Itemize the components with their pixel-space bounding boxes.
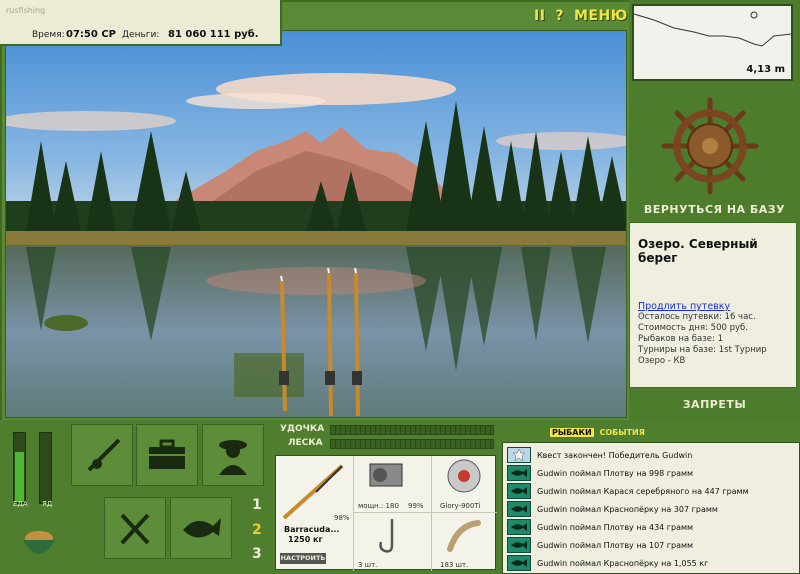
fish-icon	[507, 537, 531, 553]
rod-image-icon	[282, 464, 344, 520]
pause-button[interactable]: II	[534, 8, 545, 24]
star-icon	[507, 447, 531, 463]
info-line: Рыбаков на базе: 1	[638, 334, 723, 344]
feed-text: Квест закончен! Победитель Gudwin	[537, 450, 693, 460]
return-to-base-button[interactable]: ВЕРНУТЬСЯ НА БАЗУ	[629, 203, 800, 216]
fish-icon	[507, 483, 531, 499]
feed-text: Gudwin поймал Краснопёрку на 1,055 кг	[537, 558, 709, 568]
location-title: Озеро. Северный берег	[638, 237, 758, 265]
hooks-count: 3 шт.	[358, 561, 378, 569]
bait-bag-icon	[23, 531, 55, 554]
fish-icon	[183, 518, 221, 538]
rod-tension-gauge	[330, 425, 494, 435]
float-marker-icon	[750, 11, 758, 19]
poison-bar	[39, 432, 52, 504]
feed-text: Gudwin поймал Плотву на 434 грамм	[537, 522, 694, 532]
list-item: Gudwin поймал Карася серебряного на 447 …	[507, 482, 795, 500]
rod-condition: 98%	[334, 514, 350, 522]
money-value: 81 060 111 руб.	[168, 29, 259, 40]
hook-icon	[379, 519, 394, 553]
bans-button[interactable]: ЗАПРЕТЫ	[629, 398, 800, 411]
rod-weight: 1250 кг	[288, 535, 323, 544]
fish-icon	[507, 501, 531, 517]
bait-bag-button[interactable]	[14, 520, 64, 568]
reel-power: мощн.: 180	[358, 502, 399, 510]
feed-list: Квест закончен! Победитель Gudwin Gudwin…	[502, 442, 800, 574]
time-label: Время:	[32, 30, 65, 40]
watermark-logo: rusfishing	[6, 6, 46, 15]
list-item: Gudwin поймал Плотву на 107 грамм	[507, 536, 795, 554]
bait-icon	[447, 520, 481, 552]
slot-3-button[interactable]: 3	[252, 546, 262, 562]
bait-count: 183 шт.	[440, 561, 469, 569]
bait-slot[interactable]: 183 шт.	[432, 513, 497, 571]
list-item: Gudwin поймал Плотву на 434 грамм	[507, 518, 795, 536]
food-bar-fill	[15, 452, 24, 502]
catch-button[interactable]	[170, 497, 232, 559]
event-feed: РЫБАКИ СОБЫТИЯ Квест закончен! Победител…	[502, 422, 800, 574]
line-tension-label: ЛЕСКА	[288, 438, 323, 448]
help-button[interactable]: ?	[555, 8, 564, 24]
extend-permit-link[interactable]: Продлить путевку	[638, 301, 788, 312]
tune-button[interactable]: НАСТРОИТЬ	[280, 553, 326, 564]
reel-condition: 99%	[408, 502, 424, 510]
rod-name: Barracuda...	[284, 525, 340, 534]
character-button[interactable]	[202, 424, 264, 486]
line-slot[interactable]: Glory-900Ti	[432, 456, 497, 513]
depth-map[interactable]: 4,13 m	[632, 4, 793, 81]
rod-icon	[87, 438, 121, 472]
feed-text: Gudwin поймал Карася серебряного на 447 …	[537, 486, 749, 496]
depth-value: 4,13 m	[746, 64, 785, 75]
menu-button[interactable]: МЕНЮ	[574, 8, 628, 24]
food-button[interactable]	[104, 497, 166, 559]
line-name: Glory-900Ti	[440, 502, 481, 510]
status-panel: rusfishing Время: 07:50 СР Деньги: 81 06…	[0, 0, 282, 46]
tackle-button[interactable]	[71, 424, 133, 486]
top-menu: II ? МЕНЮ	[534, 6, 628, 26]
list-item: Gudwin поймал Плотву на 998 грамм	[507, 464, 795, 482]
poison-label: ЯД	[42, 500, 53, 508]
tackle-panel: 98% Barracuda... 1250 кг НАСТРОИТЬ мощн.…	[275, 455, 497, 571]
reel-icon	[369, 463, 403, 487]
line-tension-gauge	[330, 439, 494, 449]
location-info: Озеро. Северный берег Продлить путевку О…	[629, 222, 797, 388]
slot-1-button[interactable]: 1	[252, 497, 262, 513]
spool-icon	[447, 459, 481, 493]
tab-fishers[interactable]: РЫБАКИ	[550, 428, 594, 437]
list-item: Gudwin поймал Краснопёрку на 1,055 кг	[507, 554, 795, 572]
info-line: Стоимость дня: 500 руб.	[638, 323, 748, 333]
food-bar	[13, 432, 26, 504]
lake-scene[interactable]	[5, 30, 627, 418]
box-button[interactable]	[136, 424, 198, 486]
list-item: Gudwin поймал Краснопёрку на 307 грамм	[507, 500, 795, 518]
fisherman-icon	[219, 440, 247, 475]
reel-slot[interactable]: мощн.: 180 99%	[354, 456, 432, 513]
rod-tension-label: УДОЧКА	[280, 424, 325, 434]
fish-icon	[507, 555, 531, 571]
feed-text: Gudwin поймал Краснопёрку на 307 грамм	[537, 504, 718, 514]
tab-events[interactable]: СОБЫТИЯ	[599, 428, 644, 437]
list-item: Квест закончен! Победитель Gudwin	[507, 446, 795, 464]
slot-2-button[interactable]: 2	[252, 522, 262, 538]
info-line: Осталось путевки: 16 час.	[638, 312, 756, 322]
rod-slot[interactable]: 98% Barracuda... 1250 кг НАСТРОИТЬ	[276, 456, 354, 571]
fish-icon	[507, 519, 531, 535]
info-line: Турниры на базе: 1st Турнир Озеро - КВ	[638, 345, 767, 366]
ship-wheel-icon[interactable]	[660, 96, 760, 196]
fork-knife-icon	[120, 513, 150, 545]
tackle-box-icon	[149, 439, 185, 469]
fish-icon	[507, 465, 531, 481]
food-label: ЕДА	[13, 500, 28, 508]
hook-slot[interactable]: 3 шт.	[354, 513, 432, 571]
time-value: 07:50 СР	[66, 29, 116, 40]
money-label: Деньги:	[122, 30, 160, 40]
feed-tabs: РЫБАКИ СОБЫТИЯ	[550, 428, 645, 437]
feed-text: Gudwin поймал Плотву на 107 грамм	[537, 540, 694, 550]
feed-text: Gudwin поймал Плотву на 998 грамм	[537, 468, 694, 478]
